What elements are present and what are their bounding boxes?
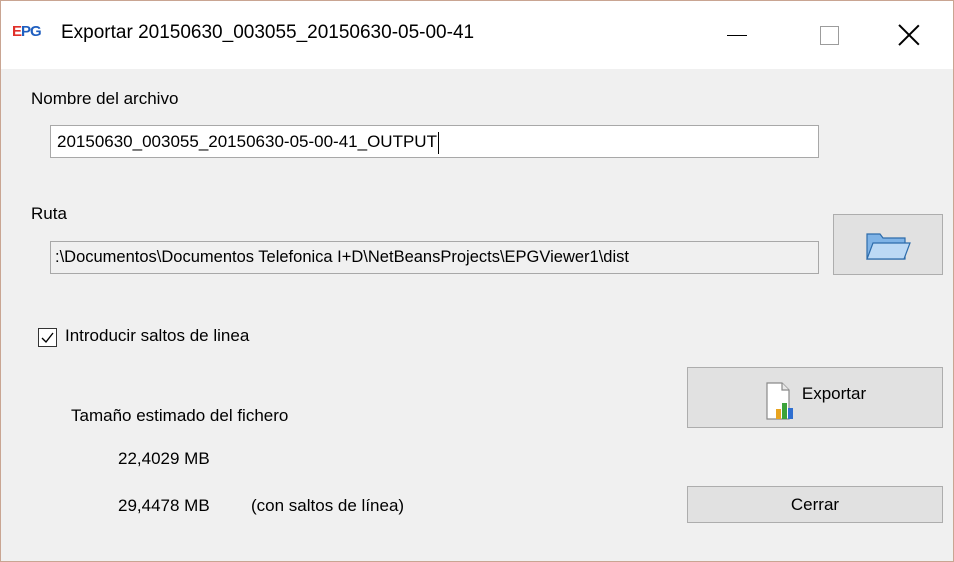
document-chart-icon bbox=[766, 381, 793, 420]
export-button-label: Exportar bbox=[801, 383, 867, 403]
close-window-button[interactable] bbox=[863, 1, 954, 69]
linebreaks-checkbox[interactable] bbox=[38, 328, 57, 347]
maximize-icon bbox=[819, 25, 839, 45]
app-logo: EPG bbox=[12, 23, 42, 40]
export-button[interactable]: Exportar bbox=[687, 367, 943, 428]
minimize-button[interactable] bbox=[691, 1, 783, 69]
size-with-breaks-note: (con saltos de línea) bbox=[251, 496, 405, 515]
size-heading: Tamaño estimado del fichero bbox=[71, 406, 289, 425]
close-icon bbox=[898, 24, 920, 46]
linebreaks-label[interactable]: Introducir saltos de linea bbox=[65, 326, 249, 346]
maximize-button[interactable] bbox=[783, 1, 875, 69]
filename-value: 20150630_003055_20150630-05-00-41_OUTPUT bbox=[57, 132, 437, 151]
size-with-breaks-value: 29,4478 MB bbox=[118, 496, 210, 515]
export-dialog: EPG Exportar 20150630_003055_20150630-05… bbox=[0, 0, 954, 562]
folder-icon bbox=[866, 232, 911, 260]
title-bar[interactable]: EPG Exportar 20150630_003055_20150630-05… bbox=[1, 1, 953, 69]
checkmark-icon bbox=[41, 332, 54, 344]
text-caret bbox=[437, 131, 439, 154]
minimize-icon bbox=[727, 34, 747, 36]
filename-input[interactable]: 20150630_003055_20150630-05-00-41_OUTPUT bbox=[50, 125, 819, 158]
close-button[interactable]: Cerrar bbox=[687, 486, 943, 523]
path-field[interactable]: :\Documentos\Documentos Telefonica I+D\N… bbox=[50, 241, 819, 274]
window-title: Exportar 20150630_003055_20150630-05-00-… bbox=[61, 22, 475, 43]
filename-label: Nombre del archivo bbox=[31, 89, 179, 108]
browse-folder-button[interactable] bbox=[833, 214, 943, 275]
path-label: Ruta bbox=[31, 204, 67, 223]
size-plain-value: 22,4029 MB bbox=[118, 449, 210, 468]
